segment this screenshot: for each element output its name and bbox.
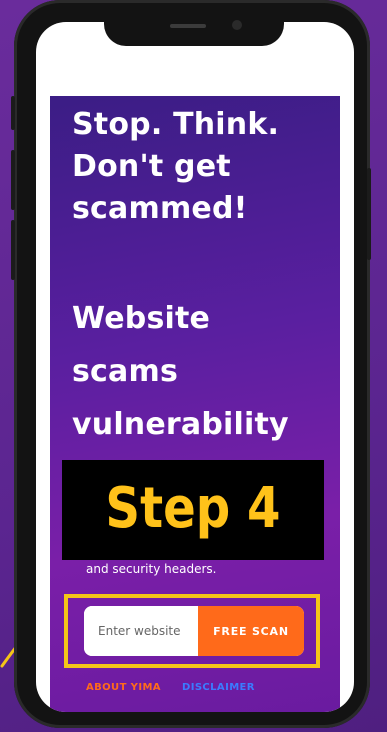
phone-screen: Stop. Think. Don't get scammed! Website … bbox=[36, 22, 354, 712]
headline: Stop. Think. Don't get scammed! bbox=[72, 104, 279, 230]
volume-down-button bbox=[11, 220, 15, 280]
step-label: Step 4 bbox=[105, 476, 281, 541]
phone-notch bbox=[104, 8, 284, 46]
subheadline: Website scams vulnerability bbox=[72, 292, 289, 451]
subheadline-line: Website bbox=[72, 301, 211, 336]
step-banner: Step 4 bbox=[62, 460, 324, 560]
subheadline-line: scams bbox=[72, 354, 178, 389]
disclaimer-link[interactable]: DISCLAIMER bbox=[182, 682, 255, 693]
website-input[interactable] bbox=[84, 606, 200, 656]
mute-switch bbox=[11, 96, 15, 130]
free-scan-button[interactable]: FREE SCAN bbox=[198, 606, 304, 656]
scan-form: FREE SCAN bbox=[84, 606, 304, 656]
headline-line: scammed! bbox=[72, 191, 248, 226]
power-button bbox=[367, 168, 371, 260]
tagline: and security headers. bbox=[86, 562, 217, 576]
subheadline-line: vulnerability bbox=[72, 407, 289, 442]
headline-line: Stop. Think. bbox=[72, 107, 280, 142]
camera-icon bbox=[232, 20, 242, 30]
headline-line: Don't get bbox=[72, 149, 231, 184]
about-link[interactable]: ABOUT YIMA bbox=[86, 682, 161, 693]
volume-up-button bbox=[11, 150, 15, 210]
speaker-grille bbox=[170, 24, 206, 28]
